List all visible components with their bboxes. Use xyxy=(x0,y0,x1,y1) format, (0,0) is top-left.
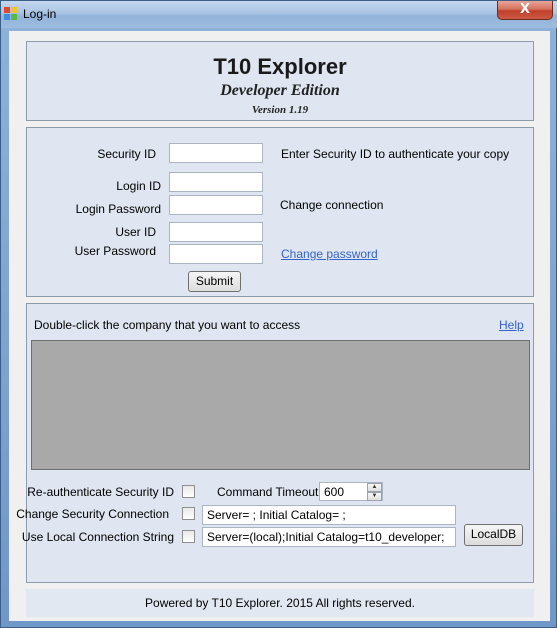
local-connection-checkbox[interactable] xyxy=(182,530,195,543)
security-connection-input[interactable] xyxy=(202,505,456,525)
login-window: Log-in X T10 Explorer Developer Edition … xyxy=(0,0,557,628)
reauth-checkbox[interactable] xyxy=(182,485,195,498)
change-security-label: Change Security Connection xyxy=(16,507,169,521)
help-link[interactable]: Help xyxy=(499,318,524,332)
company-panel: Double-click the company that you want t… xyxy=(16,303,534,583)
change-security-checkbox[interactable] xyxy=(182,507,195,520)
local-connection-label: Use Local Connection String xyxy=(21,530,174,544)
login-id-input[interactable] xyxy=(169,172,263,192)
change-password-link[interactable]: Change password xyxy=(281,247,378,261)
version-label: Version 1.19 xyxy=(251,104,309,116)
close-button[interactable]: X xyxy=(497,1,553,20)
company-list[interactable] xyxy=(31,340,530,470)
user-password-label: User Password xyxy=(74,244,156,258)
security-id-hint: Enter Security ID to authenticate your c… xyxy=(281,147,510,161)
login-panel: Security ID Enter Security ID to authent… xyxy=(26,127,534,297)
security-id-input[interactable] xyxy=(169,143,263,163)
submit-button[interactable]: Submit xyxy=(188,271,241,292)
edition-subtitle: Developer Edition xyxy=(220,82,340,99)
security-id-label: Security ID xyxy=(97,147,156,161)
footer: Powered by T10 Explorer. 2015 All rights… xyxy=(26,589,534,617)
spin-down-icon[interactable]: ▼ xyxy=(367,492,382,501)
app-icon xyxy=(4,7,17,20)
user-id-input[interactable] xyxy=(169,222,263,242)
company-instruction: Double-click the company that you want t… xyxy=(34,318,301,332)
user-id-label: User ID xyxy=(115,225,156,239)
footer-text: Powered by T10 Explorer. 2015 All rights… xyxy=(145,596,415,610)
local-connection-input[interactable] xyxy=(202,527,456,547)
client-area: T10 Explorer Developer Edition Version 1… xyxy=(9,31,550,621)
user-password-input[interactable] xyxy=(169,244,263,264)
close-icon: X xyxy=(519,2,531,17)
login-id-label: Login ID xyxy=(116,179,161,193)
localdb-button[interactable]: LocalDB xyxy=(464,524,523,546)
app-title: T10 Explorer xyxy=(213,54,347,79)
reauth-label: Re-authenticate Security ID xyxy=(27,485,174,499)
login-password-input[interactable] xyxy=(169,195,263,215)
spin-up-icon[interactable]: ▲ xyxy=(367,483,382,492)
login-password-label: Login Password xyxy=(75,202,161,216)
change-connection-text[interactable]: Change connection xyxy=(280,198,383,212)
command-timeout-spinner[interactable]: ▲ ▼ xyxy=(367,483,382,501)
command-timeout-label: Command Timeout: xyxy=(217,485,322,499)
header-panel: T10 Explorer Developer Edition Version 1… xyxy=(26,41,534,121)
window-title: Log-in xyxy=(23,7,57,21)
title-bar[interactable]: Log-in X xyxy=(1,1,557,28)
